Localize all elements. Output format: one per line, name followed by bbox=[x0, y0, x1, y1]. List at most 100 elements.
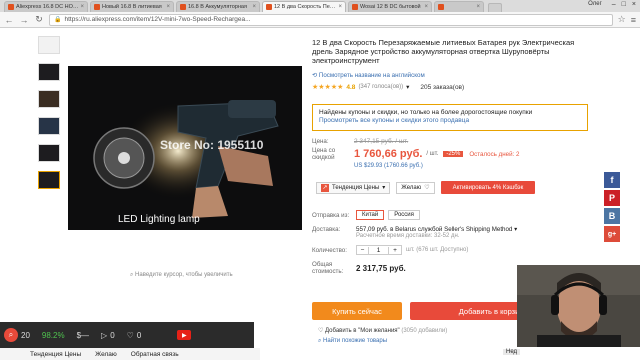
aliexpress-favicon-icon bbox=[266, 4, 272, 10]
youtube-button[interactable]: ▶ bbox=[153, 330, 192, 340]
discount-price: 1 760,66 руб. bbox=[354, 148, 423, 160]
bookmark-star-icon[interactable]: ☆ bbox=[618, 14, 626, 25]
price-unit: / шт. bbox=[426, 151, 439, 157]
discount-price-label: Цена со скидкой bbox=[312, 147, 336, 161]
product-thumbnail[interactable] bbox=[38, 117, 60, 135]
aliexpress-favicon-icon bbox=[8, 4, 14, 10]
heart-icon: ♡ bbox=[126, 330, 134, 340]
lock-icon: 🔒 bbox=[54, 17, 62, 23]
product-thumbnail[interactable] bbox=[38, 90, 60, 108]
browser-tab[interactable]: Новый 16.8 В литиевая × bbox=[90, 1, 174, 12]
image-overlay-text: LED Lighting lamp bbox=[118, 214, 200, 225]
translate-icon: ⟲ bbox=[312, 72, 319, 79]
quantity-input[interactable]: 1 bbox=[369, 246, 389, 254]
url-field[interactable]: 🔒 https://ru.aliexpress.com/item/12V-min… bbox=[49, 13, 613, 26]
total-label: Общая стоимость: bbox=[312, 261, 344, 275]
price-block: Цена: 2 347,15 руб. / шт. Цена со скидко… bbox=[312, 138, 582, 171]
delivery-time: Расчетное время доставки: 32-52 дн. bbox=[356, 233, 460, 239]
usd-price: US $29.93 (1760.66 руб.) bbox=[354, 163, 423, 169]
zoom-hint: ⌕ Наведите курсор, чтобы увеличить bbox=[130, 272, 233, 278]
buy-now-button[interactable]: Купить сейчас bbox=[312, 302, 402, 320]
browser-tab[interactable]: Wosai 12 В DC бытовой × bbox=[348, 1, 432, 12]
close-tab-icon[interactable]: × bbox=[476, 4, 480, 10]
forward-arrow-icon[interactable]: → bbox=[19, 15, 29, 25]
coupon-text: Найдены купоны и скидки, но только на бо… bbox=[319, 109, 533, 116]
reload-icon[interactable]: ↻ bbox=[34, 14, 44, 25]
increase-button[interactable]: + bbox=[389, 247, 401, 254]
chevron-down-icon[interactable]: ▾ bbox=[514, 226, 517, 233]
url-text: https://ru.aliexpress.com/item/12V-mini-… bbox=[64, 16, 251, 23]
delivery-info: 557,09 руб. в Belarus службой Seller's S… bbox=[356, 226, 513, 233]
view-english-link[interactable]: ⟲ Посмотреть название на английском bbox=[312, 72, 425, 79]
chevron-down-icon[interactable]: ▾ bbox=[406, 83, 409, 91]
product-thumbnail[interactable] bbox=[38, 63, 60, 81]
youtube-icon: ▶ bbox=[177, 330, 192, 340]
window-controls: Олег – □ × bbox=[588, 1, 636, 8]
close-window-icon[interactable]: × bbox=[632, 1, 636, 8]
trend-icon: ↗ bbox=[321, 183, 329, 192]
coupon-notice: Найдены купоны и скидки, но только на бо… bbox=[312, 104, 588, 131]
vk-icon[interactable]: В bbox=[604, 208, 620, 224]
rating-stars-icon: ★★★★★ bbox=[312, 84, 344, 91]
total-price: 2 317,75 руб. bbox=[356, 263, 406, 273]
quantity-stepper: − 1 + bbox=[356, 245, 402, 255]
browser-tab-bar: Aliexpress 16.8 DC HOSS × Новый 16.8 В ли… bbox=[0, 0, 640, 12]
wish-button[interactable]: Желаю ♡ bbox=[396, 181, 435, 194]
search-counter[interactable]: ⌕ 20 bbox=[4, 328, 30, 342]
minimize-icon[interactable]: – bbox=[612, 1, 616, 8]
extension-toolbar: ⌕ 20 98.2% $— ▷ 0 ♡ 0 ▶ bbox=[0, 322, 254, 348]
peek-feedback[interactable]: Обратная связь bbox=[131, 351, 179, 358]
play-icon: ▷ bbox=[101, 330, 108, 340]
google-plus-icon[interactable]: g+ bbox=[604, 226, 620, 242]
ship-from-option-russia[interactable]: Россия bbox=[388, 210, 420, 220]
browser-menu-icon[interactable]: ≡ bbox=[631, 15, 636, 25]
webcam-person-illustration bbox=[517, 265, 640, 347]
search-icon: ⌕ bbox=[4, 328, 18, 342]
discount-badge: -25% bbox=[443, 151, 464, 157]
peek-wish[interactable]: Желаю bbox=[95, 351, 117, 358]
browser-tab[interactable]: 16.8 В Аккумуляторная × bbox=[176, 1, 260, 12]
aliexpress-favicon-icon bbox=[352, 4, 358, 10]
heart-icon: ♡ bbox=[424, 185, 430, 191]
like-counter[interactable]: ♡ 0 bbox=[127, 331, 142, 340]
action-row: ↗ Тенденция Цены ▾ Желаю ♡ Активировать 4% … bbox=[316, 181, 536, 194]
add-to-wishlist-link[interactable]: ♡ Добавить в "Мои желания" (3050 добавил… bbox=[318, 327, 447, 334]
price-trend-button[interactable]: ↗ Тенденция Цены ▾ bbox=[316, 181, 391, 194]
browser-tab[interactable]: Aliexpress 16.8 DC HOSS × bbox=[4, 1, 88, 12]
find-similar-link[interactable]: ⌕ Найти похожие товары bbox=[318, 338, 387, 345]
heart-icon: ♡ bbox=[318, 328, 326, 334]
reviews-link[interactable]: (347 голоса(ов)) bbox=[358, 84, 403, 90]
product-title: 12 В два Скорость Перезаряжаемые литиевы… bbox=[312, 38, 575, 65]
days-left: Осталось дней: 2 bbox=[469, 150, 520, 158]
play-counter[interactable]: ▷ 0 bbox=[101, 331, 115, 340]
product-thumbnail[interactable] bbox=[38, 36, 60, 54]
facebook-icon[interactable]: f bbox=[604, 172, 620, 188]
cashback-button[interactable]: Активировать 4% Кэшбэк bbox=[440, 181, 536, 194]
new-tab-button[interactable] bbox=[488, 3, 502, 12]
close-tab-icon[interactable]: × bbox=[338, 4, 342, 10]
close-tab-icon[interactable]: × bbox=[166, 4, 170, 10]
pinterest-icon[interactable]: P bbox=[604, 190, 620, 206]
decrease-button[interactable]: − bbox=[357, 246, 369, 254]
view-coupons-link[interactable]: Просмотреть все купоны и скидки этого пр… bbox=[319, 117, 581, 125]
browser-tab[interactable]: × bbox=[434, 1, 484, 12]
browser-tab-active[interactable]: 12 В два Скорость Перезаряжаемые× bbox=[262, 1, 346, 12]
ship-from-label: Отправка из: bbox=[312, 211, 350, 219]
maximize-icon[interactable]: □ bbox=[622, 1, 626, 8]
percent-indicator: 98.2% bbox=[41, 330, 65, 340]
close-tab-icon[interactable]: × bbox=[424, 4, 428, 10]
close-tab-icon[interactable]: × bbox=[80, 4, 84, 10]
back-arrow-icon[interactable]: ← bbox=[4, 15, 14, 25]
webcam-caption: Нед bbox=[503, 349, 521, 355]
product-thumbnail[interactable] bbox=[38, 144, 60, 162]
peek-trend[interactable]: Тенденция Цены bbox=[30, 351, 81, 358]
browser-user-name[interactable]: Олег bbox=[588, 1, 602, 8]
thumbnail-strip bbox=[38, 36, 62, 198]
product-thumbnail-selected[interactable] bbox=[38, 171, 60, 189]
original-price: 2 347,15 руб. / шт. bbox=[354, 138, 409, 145]
product-main-image[interactable]: Store No: 1955110 LED Lighting lamp bbox=[68, 66, 302, 230]
close-tab-icon[interactable]: × bbox=[252, 4, 256, 10]
quantity-available: шт. (676 шт. Доступно) bbox=[406, 247, 469, 253]
social-share-bar: f P В g+ bbox=[604, 172, 620, 244]
ship-from-option-china[interactable]: Китай bbox=[356, 210, 385, 220]
